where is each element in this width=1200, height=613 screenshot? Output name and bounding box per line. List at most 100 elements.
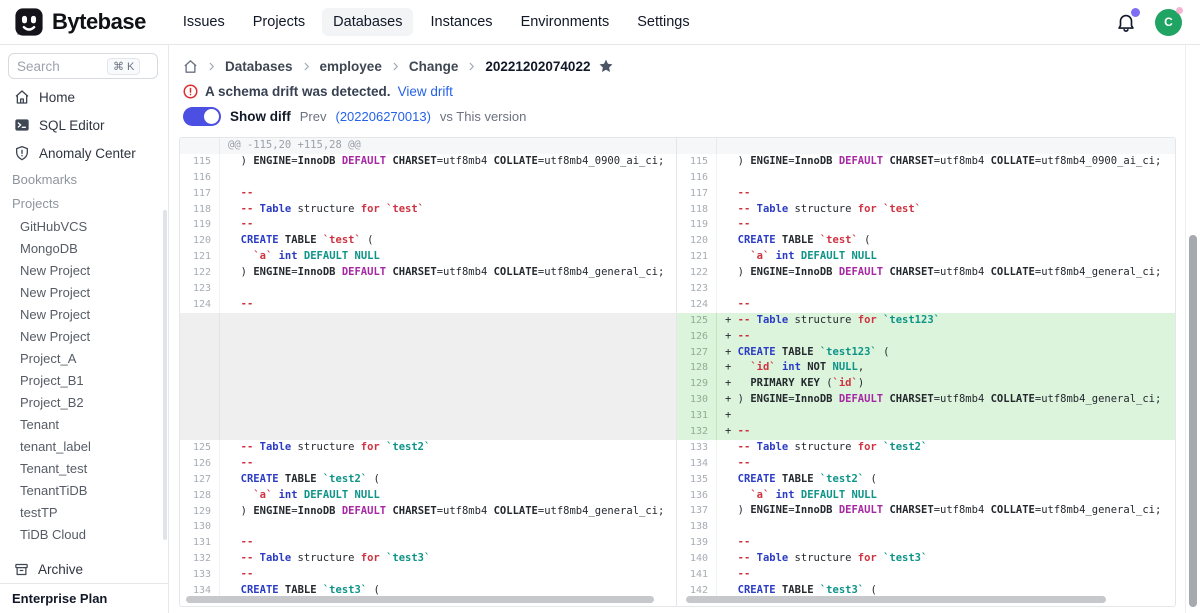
code-text [220,313,228,440]
diff-line: 120 CREATE TABLE `test` ( [677,233,1175,249]
project-item-new-project[interactable]: New Project [0,259,168,281]
line-number: 126 [180,456,220,472]
project-item-new-project[interactable]: New Project [0,325,168,347]
diff-line: 122 ) ENGINE=InnoDB DEFAULT CHARSET=utf8… [677,265,1175,281]
sidebar-item-archive[interactable]: Archive [0,555,168,583]
code-text: -- [717,567,750,583]
line-number [677,138,717,154]
code-text: -- Table structure for `test2` [220,440,430,456]
nav-tab-settings[interactable]: Settings [626,8,700,36]
breadcrumb-item-change[interactable]: Change [409,59,459,74]
diff-line: 138 [677,519,1175,535]
project-item-githubvcs[interactable]: GitHubVCS [0,215,168,237]
code-text: CREATE TABLE `test2` ( [717,472,877,488]
breadcrumb-item-databases[interactable]: Databases [225,59,293,74]
diff-line-added: 125+ -- Table structure for `test123` [677,313,1175,329]
project-item-tidb-cloud[interactable]: TiDB Cloud [0,523,168,545]
code-text [220,519,241,535]
diff-line: 128 `a` int DEFAULT NULL [180,488,676,504]
project-item-project-b2[interactable]: Project_B2 [0,391,168,413]
project-item-mongodb[interactable]: MongoDB [0,237,168,259]
code-text: -- [717,535,750,551]
line-number: 140 [677,551,717,567]
prev-label: Prev [300,109,327,124]
breadcrumb-item-20221202074022[interactable]: 20221202074022 [485,59,590,74]
project-item-testtp[interactable]: testTP [0,501,168,523]
diff-line-added: 126+ -- [677,329,1175,345]
code-text: CREATE TABLE `test` ( [220,233,373,249]
line-number: 129 [677,376,717,392]
nav-tab-databases[interactable]: Databases [322,8,413,36]
archive-icon [14,562,29,577]
notifications-bell-icon[interactable] [1115,11,1137,33]
project-item-new-project[interactable]: New Project [0,303,168,325]
code-text: `a` int DEFAULT NULL [220,488,380,504]
nav-tab-instances[interactable]: Instances [419,8,503,36]
line-number: 115 [180,154,220,170]
sidebar-scrollbar[interactable] [163,210,167,540]
code-text: -- [220,567,253,583]
diff-line-added: 129+ PRIMARY KEY (`id`) [677,376,1175,392]
h-scrollbar-right[interactable] [686,596,1106,603]
line-number: 120 [180,233,220,249]
page-scrollbar-thumb[interactable] [1189,235,1197,607]
search-box[interactable]: ⌘ K [8,53,158,79]
sidebar-item-anomaly-center[interactable]: Anomaly Center [0,139,168,167]
diff-line: 136 `a` int DEFAULT NULL [677,488,1175,504]
h-scrollbar-left[interactable] [186,596,654,603]
project-item-tenanttidb[interactable]: TenantTiDB [0,479,168,501]
diff-line: 118 -- Table structure for `test` [677,202,1175,218]
project-item-tenant-label[interactable]: tenant_label [0,435,168,457]
diff-line: 122 ) ENGINE=InnoDB DEFAULT CHARSET=utf8… [180,265,676,281]
code-text: ) ENGINE=InnoDB DEFAULT CHARSET=utf8mb4 … [717,154,1161,170]
chevron-right-icon [466,61,477,72]
diff-line: 118 -- Table structure for `test` [180,202,676,218]
home-icon[interactable] [183,59,198,74]
code-text: + -- [717,329,750,345]
code-text [717,138,725,154]
alert-circle-icon [183,84,198,99]
sidebar-item-sql-editor[interactable]: SQL Editor [0,111,168,139]
code-text: -- [717,456,750,472]
code-text: -- Table structure for `test2` [717,440,927,456]
nav-tab-environments[interactable]: Environments [510,8,621,36]
line-number: 138 [677,519,717,535]
prev-version-link[interactable]: (202206270013) [335,109,430,124]
line-number: 127 [180,472,220,488]
search-input[interactable] [17,59,103,74]
code-text: -- [717,186,750,202]
code-text [220,281,241,297]
line-number: 128 [677,360,717,376]
diff-line: 125 -- Table structure for `test2` [180,440,676,456]
line-number: 123 [677,281,717,297]
line-number: 123 [180,281,220,297]
nav-tab-issues[interactable]: Issues [172,8,236,36]
project-item-tenant-test[interactable]: Tenant_test [0,457,168,479]
code-text: + ) ENGINE=InnoDB DEFAULT CHARSET=utf8mb… [717,392,1161,408]
nav-tab-projects[interactable]: Projects [242,8,316,36]
sidebar-item-home[interactable]: Home [0,83,168,111]
show-diff-toggle[interactable] [183,107,221,126]
breadcrumb-item-employee[interactable]: employee [320,59,382,74]
project-item-tenant[interactable]: Tenant [0,413,168,435]
bytebase-logo-icon [14,7,44,37]
code-text: -- [220,535,253,551]
brand[interactable]: Bytebase [14,7,146,37]
view-drift-link[interactable]: View drift [398,84,453,99]
diff-line: 124 -- [677,297,1175,313]
line-number: 124 [180,297,220,313]
diff-line: 116 [677,170,1175,186]
line-number: 136 [677,488,717,504]
project-item-new-project[interactable]: New Project [0,281,168,303]
chevron-right-icon [206,61,217,72]
code-text: -- [717,297,750,313]
bookmark-star-icon[interactable] [598,58,614,74]
avatar-status-dot [1176,7,1183,14]
code-text: -- [717,217,750,233]
code-text [717,170,738,186]
line-number [180,313,220,440]
sidebar: ⌘ K HomeSQL EditorAnomaly Center Bookmar… [0,45,169,613]
project-item-project-a[interactable]: Project_A [0,347,168,369]
line-number: 122 [180,265,220,281]
project-item-project-b1[interactable]: Project_B1 [0,369,168,391]
